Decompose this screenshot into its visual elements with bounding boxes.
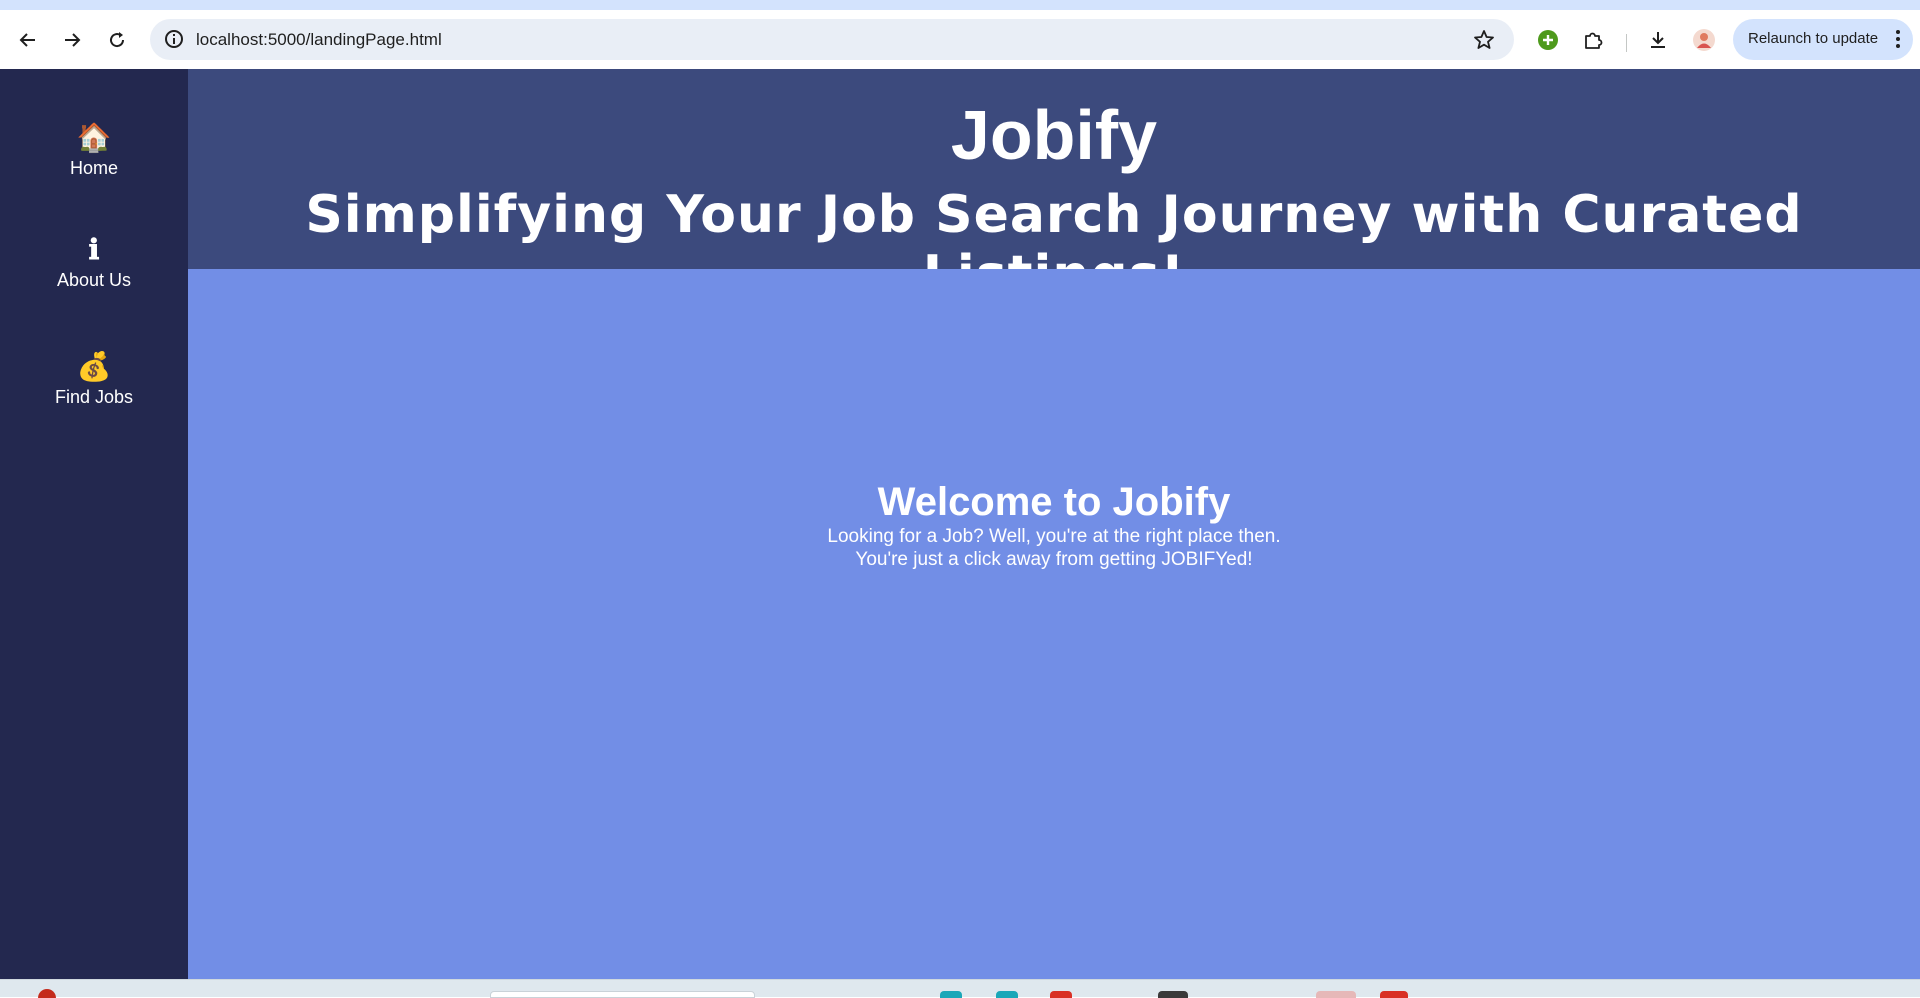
forward-arrow-icon (65, 33, 81, 47)
back-arrow-icon (19, 33, 35, 47)
sidebar-item-label: About Us (56, 270, 132, 290)
toolbar-separator (1626, 34, 1627, 52)
download-icon (1651, 32, 1665, 48)
url-text[interactable]: localhost:5000/landingPage.html (196, 30, 442, 50)
inactive-tab-area[interactable] (0, 0, 1462, 10)
sidebar-item-label: Home (69, 158, 118, 178)
welcome-text-line-1: Looking for a Job? Well, you're at the r… (827, 526, 1281, 547)
home-icon: 🏠 (76, 122, 112, 153)
sidebar-item-about-us[interactable]: ℹ About Us (0, 232, 188, 291)
main-content: Welcome to Jobify Looking for a Job? Wel… (188, 269, 1920, 979)
back-button[interactable] (14, 26, 42, 54)
sidebar-item-label: Find Jobs (54, 387, 134, 407)
relaunch-update-button[interactable]: Relaunch to update (1733, 19, 1913, 60)
tab-strip (0, 0, 1920, 10)
profile-button[interactable] (1691, 27, 1717, 53)
extensions-button[interactable] (1580, 27, 1606, 53)
sidebar-item-find-jobs[interactable]: 💰 Find Jobs (0, 349, 188, 408)
sidebar-item-home[interactable]: 🏠 Home (0, 120, 188, 179)
welcome-heading: Welcome to Jobify (877, 480, 1231, 524)
brand-title: Jobify (950, 96, 1158, 174)
money-bag-icon: 💰 (76, 351, 112, 382)
sidebar: 🏠 Home ℹ About Us 💰 Find Jobs (0, 69, 188, 979)
browser-toolbar: localhost:5000/landingPage.html Relaunch… (0, 10, 1920, 69)
page-header: Jobify Simplifying Your Job Search Journ… (188, 69, 1920, 305)
extension-add-icon (1538, 30, 1558, 50)
extensions-puzzle-icon (1585, 32, 1603, 49)
bookmark-star-icon[interactable] (1472, 28, 1496, 52)
menu-dots-icon[interactable] (1895, 29, 1901, 49)
downloads-button[interactable] (1645, 27, 1671, 53)
reload-icon (110, 32, 125, 48)
reload-button[interactable] (103, 26, 131, 54)
welcome-text-line-2: You're just a click away from getting JO… (855, 549, 1253, 570)
extension-add-button[interactable] (1535, 27, 1561, 53)
site-info-icon[interactable] (164, 29, 184, 49)
os-taskbar (0, 979, 1920, 998)
forward-button[interactable] (58, 26, 86, 54)
info-icon: ℹ (88, 233, 100, 266)
address-bar[interactable]: localhost:5000/landingPage.html (150, 19, 1514, 60)
relaunch-label: Relaunch to update (1748, 30, 1879, 47)
profile-avatar-icon (1693, 29, 1715, 51)
